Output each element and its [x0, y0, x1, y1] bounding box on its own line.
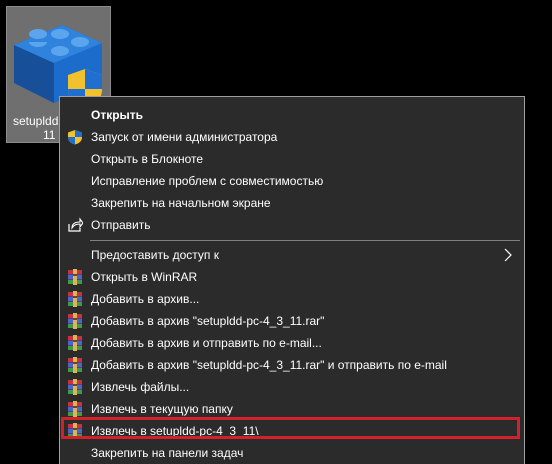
winrar-icon [68, 401, 82, 417]
menu-item-label: Добавить в архив "setupldd-pc-4_3_11.rar… [91, 314, 325, 328]
winrar-icon [68, 269, 82, 285]
menu-item-extract-files[interactable]: Извлечь файлы... [60, 376, 524, 398]
menu-item-give-access-to[interactable]: Предоставить доступ к [60, 244, 524, 266]
menu-item-label: Исправление проблем с совместимостью [91, 174, 324, 188]
menu-item-pin-to-start[interactable]: Закрепить на начальном экране [60, 192, 524, 214]
menu-item-share[interactable]: Отправить [60, 214, 524, 236]
desktop: setupldd 11 Открыть Запуск от имени адми… [0, 0, 552, 464]
menu-item-label: Открыть [91, 108, 144, 122]
menu-item-label: Добавить в архив и отправить по e-mail..… [91, 336, 322, 350]
shield-icon [68, 130, 82, 145]
menu-item-open[interactable]: Открыть [60, 104, 524, 126]
winrar-icon [68, 291, 82, 307]
context-menu: Открыть Запуск от имени администратора О… [59, 96, 525, 464]
menu-item-label: Запуск от имени администратора [91, 130, 278, 144]
menu-item-add-to-named-archive[interactable]: Добавить в архив "setupldd-pc-4_3_11.rar… [60, 310, 524, 332]
menu-item-label: Добавить в архив... [91, 292, 200, 306]
highlight-box [61, 417, 520, 439]
menu-item-add-to-named-archive-email[interactable]: Добавить в архив "setupldd-pc-4_3_11.rar… [60, 354, 524, 376]
winrar-icon [68, 357, 82, 373]
menu-item-add-to-archive[interactable]: Добавить в архив... [60, 288, 524, 310]
menu-item-open-in-winrar[interactable]: Открыть в WinRAR [60, 266, 524, 288]
menu-item-label: Добавить в архив "setupldd-pc-4_3_11.rar… [91, 358, 447, 372]
menu-item-run-as-admin[interactable]: Запуск от имени администратора [60, 126, 524, 148]
menu-item-troubleshoot-compatibility[interactable]: Исправление проблем с совместимостью [60, 170, 524, 192]
winrar-icon [68, 379, 82, 395]
menu-item-label: Закрепить на начальном экране [91, 196, 271, 210]
menu-item-label: Извлечь файлы... [91, 380, 190, 394]
menu-item-add-to-archive-email[interactable]: Добавить в архив и отправить по e-mail..… [60, 332, 524, 354]
menu-item-label: Открыть в Блокноте [91, 152, 204, 166]
share-icon [68, 217, 83, 232]
menu-separator [90, 240, 520, 241]
menu-item-label: Предоставить доступ к [91, 248, 219, 262]
winrar-icon [68, 313, 82, 329]
chevron-right-icon [504, 248, 512, 262]
menu-item-pin-to-taskbar[interactable]: Закрепить на панели задач [60, 442, 524, 464]
file-name-line2: 11 [43, 128, 56, 142]
menu-item-label: Закрепить на панели задач [91, 446, 244, 460]
menu-item-label: Отправить [91, 218, 151, 232]
winrar-icon [68, 335, 82, 351]
menu-item-open-notepad[interactable]: Открыть в Блокноте [60, 148, 524, 170]
menu-item-label: Открыть в WinRAR [91, 270, 198, 284]
